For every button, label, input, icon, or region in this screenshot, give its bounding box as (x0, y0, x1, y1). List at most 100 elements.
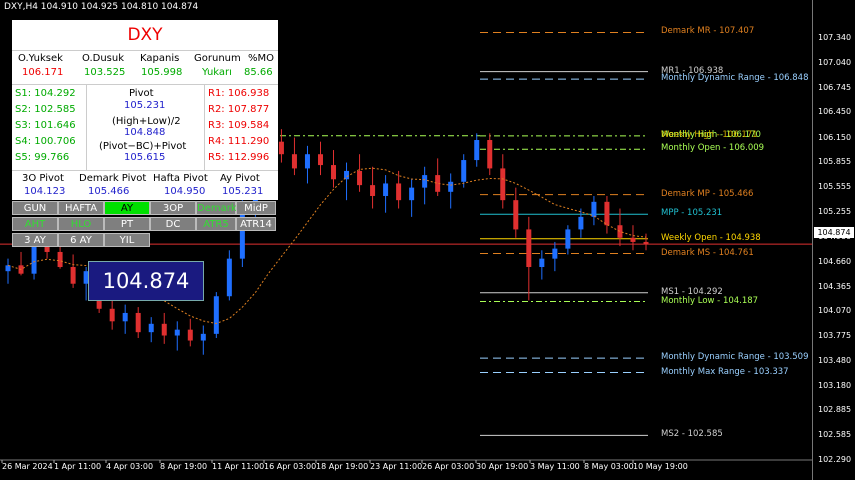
candle-body (331, 165, 337, 180)
candle-body (291, 154, 297, 169)
candle-body (57, 251, 63, 268)
x-tick-label: 23 Apr 11:00 (370, 462, 423, 471)
level-label: Demark MR - 107.407 (661, 26, 755, 37)
stat-header-4: Gorunum (194, 53, 241, 64)
bottom-value-3: 104.950 (164, 186, 206, 197)
button-aht[interactable]: AHT (12, 217, 58, 231)
resistance-3: R3: 109.584 (208, 120, 270, 131)
stat-value-4: Yukarı (202, 67, 232, 78)
bottom-value-4: 105.231 (222, 186, 264, 197)
y-tick-label: 105.855 (818, 157, 852, 167)
stat-value-1: 106.171 (22, 67, 64, 78)
candle-body (304, 154, 310, 169)
x-tick-label: 3 May 11:00 (530, 462, 580, 471)
button-atr5[interactable]: ATR5 (196, 217, 236, 231)
button-3op[interactable]: 3OP (150, 201, 196, 215)
y-tick-label: 106.745 (818, 82, 852, 92)
y-tick-label: 104.365 (818, 281, 852, 291)
candle-body (500, 168, 506, 201)
y-tick-label: 107.340 (818, 33, 852, 43)
y-tick-label: 107.040 (818, 58, 852, 68)
bottom-header-1: 3O Pivot (22, 173, 64, 184)
y-tick-label: 106.450 (818, 107, 852, 117)
button-hafta[interactable]: HAFTA (58, 201, 104, 215)
x-tick-label: 4 Apr 03:00 (106, 462, 154, 471)
resistance-4: R4: 111.290 (208, 136, 270, 147)
bottom-header-3: Hafta Pivot (153, 173, 208, 184)
level-label: Demark MS - 104.761 (661, 247, 754, 258)
x-tick-label: 1 Apr 11:00 (54, 462, 102, 471)
button-ay[interactable]: AY (104, 201, 150, 215)
button-dc[interactable]: DC (150, 217, 196, 231)
candle-body (409, 187, 415, 201)
candle-body (357, 170, 363, 186)
candle-body (70, 267, 76, 284)
resistance-2: R2: 107.877 (208, 104, 270, 115)
stat-value-5: 85.66 (244, 67, 273, 78)
candle-body (122, 312, 128, 322)
bottom-header-2: Demark Pivot (79, 173, 147, 184)
candle-body (526, 229, 532, 268)
y-tick-label: 105.255 (818, 207, 852, 217)
candle-body (174, 329, 180, 336)
x-tick-label: 11 Apr 11:00 (212, 462, 265, 471)
button-yil[interactable]: YIL (104, 233, 150, 247)
candle-body (604, 201, 610, 226)
button-hlo[interactable]: HLO (58, 217, 104, 231)
chart-header: DXY,H4 104.910 104.925 104.810 104.874 (4, 2, 199, 12)
x-tick-label: 26 Apr 03:00 (422, 462, 475, 471)
candle-body (200, 333, 206, 341)
button-6ay[interactable]: 6 AY (58, 233, 104, 247)
level-label: Demark MP - 105.466 (661, 188, 754, 199)
level-label: Monthly Open - 106.009 (661, 143, 765, 154)
support-4: S4: 100.706 (15, 136, 76, 147)
candle-body (513, 200, 519, 230)
current-price-box: 104.874 (88, 261, 204, 301)
level-label: Monthly Dynamic Range - 103.509 (661, 352, 809, 363)
y-tick-label: 104.070 (818, 306, 852, 316)
button-pt[interactable]: PT (104, 217, 150, 231)
support-1: S1: 104.292 (15, 88, 76, 99)
candle-body (148, 323, 154, 333)
candle-body (643, 241, 649, 245)
candle-body (317, 154, 323, 166)
button-atr14[interactable]: ATR14 (236, 217, 276, 231)
level-label: MPP - 105.231 (661, 208, 723, 219)
x-tick-label: 8 Apr 19:00 (160, 462, 208, 471)
stat-value-2: 103.525 (84, 67, 126, 78)
level-label-overlap: Weekly High - 106.171 (661, 129, 758, 140)
button-midp[interactable]: MidP (236, 201, 276, 215)
chart-window: DXY,H4 104.910 104.925 104.810 104.874 1… (0, 0, 855, 480)
hl2-value: 104.848 (124, 127, 166, 138)
candle-body (161, 323, 167, 336)
x-tick-label: 18 Apr 19:00 (316, 462, 369, 471)
candle-body (630, 237, 636, 242)
button-demark[interactable]: Demark (196, 201, 237, 215)
y-tick-label: 102.885 (818, 405, 852, 415)
stat-header-1: O.Yuksek (18, 53, 63, 64)
button-3ay[interactable]: 3 AY (12, 233, 58, 247)
y-tick-label: 103.775 (818, 330, 852, 340)
pivot-panel: DXY O.Yuksek O.Dusuk Kapanis Gorunum %MO… (12, 20, 278, 200)
x-tick-label: 30 Apr 19:00 (476, 462, 529, 471)
y-tick-label: 102.585 (818, 430, 852, 440)
y-tick-label: 105.555 (818, 182, 852, 192)
stat-header-3: Kapanis (140, 53, 180, 64)
candle-body (187, 329, 193, 341)
candle-body (135, 312, 141, 333)
candle-body (565, 229, 571, 249)
hl2-label: (High+Low)/2 (112, 116, 181, 127)
level-label: Monthly Max Range - 103.337 (661, 366, 789, 377)
level-label: MS2 - 102.585 (661, 429, 723, 440)
candle-body (226, 258, 232, 297)
pivot-label: Pivot (129, 88, 154, 99)
support-2: S2: 102.585 (15, 104, 76, 115)
candle-body (370, 185, 376, 196)
candle-body (213, 296, 219, 334)
button-gun[interactable]: GUN (12, 201, 58, 215)
candle-body (578, 216, 584, 230)
y-tick-label: 106.150 (818, 132, 852, 142)
panel-title: DXY (12, 20, 278, 51)
candle-body (31, 246, 37, 274)
stat-header-2: O.Dusuk (82, 53, 125, 64)
